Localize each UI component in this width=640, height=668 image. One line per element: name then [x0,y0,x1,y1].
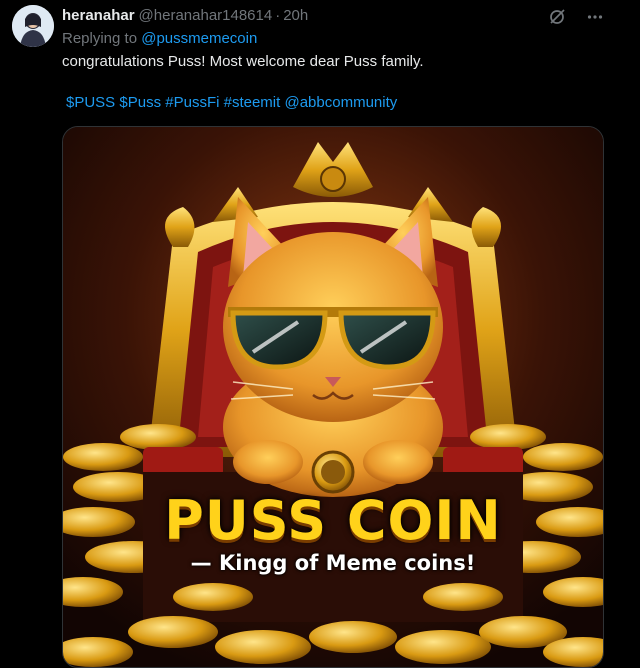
avatar-image [12,5,54,47]
cashtag-puss[interactable]: $Puss [119,94,161,111]
cashtag-puss-upper[interactable]: $PUSS [66,94,115,111]
hashtag-steemit[interactable]: #steemit [224,94,281,111]
puss-coin-artwork [63,127,603,667]
grok-icon[interactable] [546,6,568,28]
timestamp[interactable]: 20h [283,7,308,24]
hashtag-list: $PUSS $Puss #PussFi #steemit @abbcommuni… [66,93,397,113]
mention-link[interactable]: @pussmemecoin [141,30,257,47]
coin-title: PUSS COIN [164,489,502,552]
display-name[interactable]: heranahar [62,7,135,24]
replying-to: Replying to @pussmemecoin [62,29,257,49]
mention-abbcommunity[interactable]: @abbcommunity [284,94,397,111]
tweet-header: heranahar @heranahar148614 · 20h [62,6,308,26]
replying-prefix: Replying to [62,30,142,47]
user-handle[interactable]: @heranahar148614 [139,7,273,24]
hashtag-pussfi[interactable]: #PussFi [165,94,219,111]
tweet[interactable]: heranahar @heranahar148614 · 20h Replying t… [0,0,640,668]
more-icon[interactable] [584,6,606,28]
coin-subtitle: — Kingg of Meme coins! [190,551,476,575]
top-actions [546,6,606,28]
media-image[interactable]: PUSS COIN — Kingg of Meme coins! [62,126,604,668]
avatar[interactable] [12,5,54,47]
separator: · [275,7,281,24]
tweet-text: congratulations Puss! Most welcome dear … [62,53,424,70]
